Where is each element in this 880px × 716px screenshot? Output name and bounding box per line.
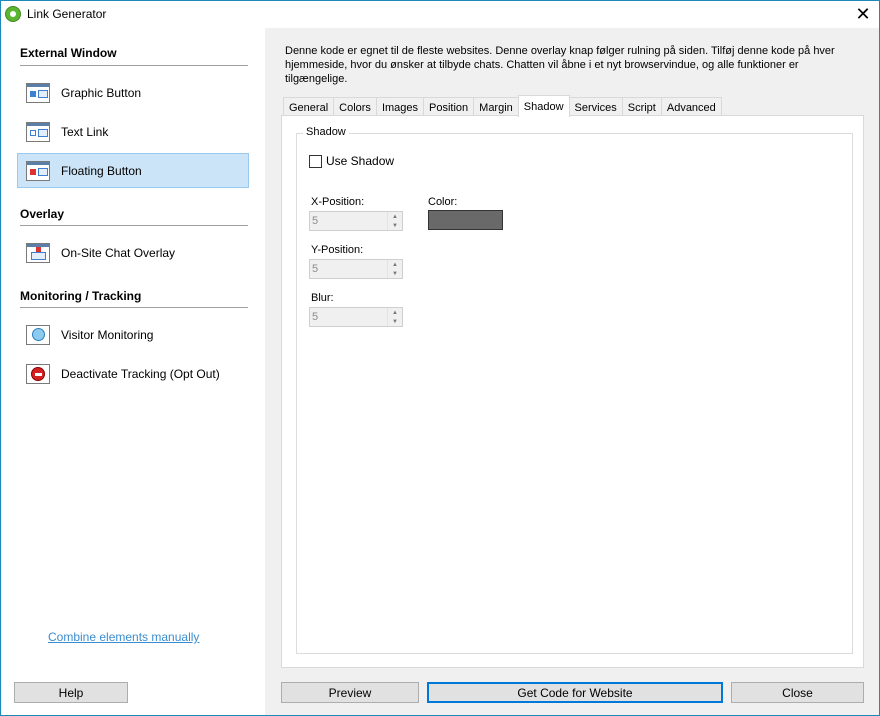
sidebar-item-floating-button[interactable]: Floating Button <box>17 153 249 188</box>
tab-images[interactable]: Images <box>375 97 425 117</box>
combine-elements-link[interactable]: Combine elements manually <box>48 630 199 644</box>
blur-value[interactable]: 5 <box>310 308 387 326</box>
chevron-down-icon[interactable]: ▼ <box>388 317 402 326</box>
chevron-down-icon[interactable]: ▼ <box>388 269 402 278</box>
floating-button-icon <box>26 160 50 181</box>
sidebar-item-on-site-chat-overlay[interactable]: On-Site Chat Overlay <box>17 235 249 270</box>
y-position-value[interactable]: 5 <box>310 260 387 278</box>
tab-shadow[interactable]: Shadow <box>517 95 570 117</box>
blur-label: Blur: <box>311 292 334 304</box>
sidebar-item-text-link[interactable]: Text Link <box>17 114 249 149</box>
sidebar-item-label: On-Site Chat Overlay <box>61 245 176 260</box>
sidebar-item-label: Text Link <box>61 124 109 139</box>
sidebar: External Window Graphic Button Text Link… <box>2 28 265 715</box>
chat-overlay-icon <box>26 242 50 263</box>
close-window-icon[interactable]: ✕ <box>851 3 875 25</box>
shadow-groupbox: Shadow Use Shadow X-Position: 5 ▲ ▼ Colo… <box>296 126 853 654</box>
sidebar-item-label: Graphic Button <box>61 85 142 100</box>
sidebar-item-deactivate-tracking[interactable]: Deactivate Tracking (Opt Out) <box>17 356 249 391</box>
sidebar-item-label: Deactivate Tracking (Opt Out) <box>61 366 220 381</box>
tab-services[interactable]: Services <box>568 97 623 117</box>
chevron-down-icon[interactable]: ▼ <box>388 221 402 230</box>
y-position-stepper[interactable]: 5 ▲ ▼ <box>309 259 403 279</box>
stepper-buttons: ▲ ▼ <box>387 260 402 278</box>
opt-out-icon <box>26 363 50 384</box>
use-shadow-checkbox-row[interactable]: Use Shadow <box>309 154 394 168</box>
section-header-overlay: Overlay <box>20 207 65 221</box>
stepper-buttons: ▲ ▼ <box>387 308 402 326</box>
x-position-label: X-Position: <box>311 196 365 208</box>
close-button[interactable]: Close <box>731 682 864 703</box>
x-position-stepper[interactable]: 5 ▲ ▼ <box>309 211 403 231</box>
preview-button[interactable]: Preview <box>281 682 419 703</box>
use-shadow-label: Use Shadow <box>326 154 395 168</box>
section-divider <box>20 307 248 308</box>
section-header-monitoring-tracking: Monitoring / Tracking <box>20 289 142 303</box>
sidebar-item-graphic-button[interactable]: Graphic Button <box>17 75 249 110</box>
shadow-color-swatch[interactable] <box>428 210 503 230</box>
link-generator-window: Link Generator ✕ External Window Graphic… <box>0 0 880 716</box>
section-divider <box>20 225 248 226</box>
color-label: Color: <box>428 196 458 208</box>
title-bar: Link Generator ✕ <box>1 1 879 28</box>
y-position-label: Y-Position: <box>311 244 364 256</box>
blur-stepper[interactable]: 5 ▲ ▼ <box>309 307 403 327</box>
use-shadow-checkbox[interactable] <box>309 154 322 168</box>
chevron-up-icon[interactable]: ▲ <box>388 260 402 269</box>
get-code-button[interactable]: Get Code for Website <box>427 682 723 703</box>
help-button[interactable]: Help <box>14 682 128 703</box>
tab-margin[interactable]: Margin <box>473 97 519 117</box>
tab-advanced[interactable]: Advanced <box>660 97 722 117</box>
groupbox-title: Shadow <box>303 126 349 138</box>
tab-general[interactable]: General <box>283 97 335 117</box>
sidebar-item-label: Visitor Monitoring <box>61 327 154 342</box>
tab-colors[interactable]: Colors <box>333 97 377 117</box>
sidebar-item-label: Floating Button <box>61 163 142 178</box>
visitor-monitoring-icon <box>26 324 50 345</box>
graphic-button-icon <box>26 82 50 103</box>
chevron-up-icon[interactable]: ▲ <box>388 212 402 221</box>
x-position-value[interactable]: 5 <box>310 212 387 230</box>
section-divider <box>20 65 248 66</box>
window-title: Link Generator <box>27 7 107 21</box>
tab-position[interactable]: Position <box>423 97 475 117</box>
text-link-icon <box>26 121 50 142</box>
sidebar-item-visitor-monitoring[interactable]: Visitor Monitoring <box>17 317 249 352</box>
chevron-up-icon[interactable]: ▲ <box>388 308 402 317</box>
tab-script[interactable]: Script <box>621 97 662 117</box>
stepper-buttons: ▲ ▼ <box>387 212 402 230</box>
app-logo-icon <box>5 6 21 22</box>
tab-strip: General Colors Images Position Margin Sh… <box>283 95 722 117</box>
shadow-tab-panel: Shadow Use Shadow X-Position: 5 ▲ ▼ Colo… <box>281 115 864 668</box>
section-header-external-window: External Window <box>20 46 117 60</box>
description-text: Denne kode er egnet til de fleste websit… <box>285 45 835 85</box>
